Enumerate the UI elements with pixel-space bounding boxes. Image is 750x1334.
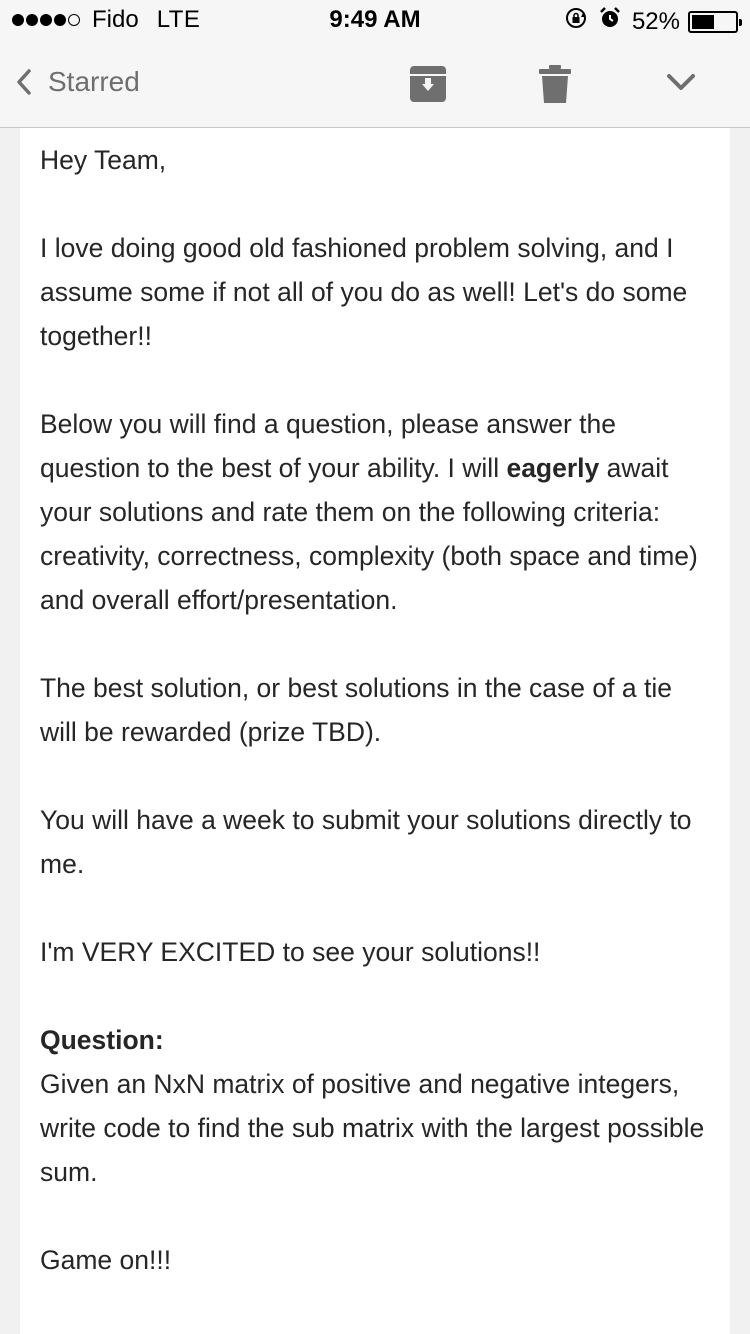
question-heading: Question:	[40, 1025, 164, 1055]
back-chevron-icon	[17, 69, 31, 95]
email-closing: Game on!!!	[40, 1245, 172, 1275]
battery-icon	[688, 10, 742, 33]
email-paragraph: The best solution, or best solutions in …	[40, 673, 672, 747]
status-bar: Fido LTE 9:49 AM 52%	[0, 0, 750, 40]
alarm-icon	[598, 6, 622, 37]
back-button[interactable]: Starred	[14, 66, 140, 98]
back-label: Starred	[48, 66, 140, 97]
email-emphasis: eagerly	[506, 453, 600, 483]
chevron-down-icon	[667, 74, 695, 90]
battery-fill	[692, 14, 714, 29]
email-paragraph: You will have a week to submit your solu…	[40, 805, 692, 879]
question-body: Given an NxN matrix of positive and nega…	[40, 1069, 705, 1187]
archive-icon	[410, 66, 446, 102]
archive-button[interactable]	[408, 64, 448, 109]
trash-icon	[539, 65, 571, 103]
battery-cap	[739, 18, 742, 26]
trash-button[interactable]	[538, 64, 572, 109]
rotation-lock-icon	[564, 6, 588, 37]
battery-percent: 52%	[631, 7, 680, 35]
toolbar: Starred	[0, 40, 750, 128]
email-paragraph: I love doing good old fashioned problem …	[40, 233, 688, 351]
email-question: Question: Given an NxN matrix of positive…	[40, 1018, 710, 1194]
email-body: Hey Team, I love doing good old fashione…	[20, 128, 730, 1334]
more-button[interactable]	[664, 70, 698, 99]
status-right: 52%	[564, 6, 742, 37]
email-paragraph: I'm VERY EXCITED to see your solutions!!	[40, 937, 541, 967]
email-paragraph: Below you will find a question, please a…	[40, 402, 710, 622]
email-greeting: Hey Team,	[40, 145, 167, 175]
